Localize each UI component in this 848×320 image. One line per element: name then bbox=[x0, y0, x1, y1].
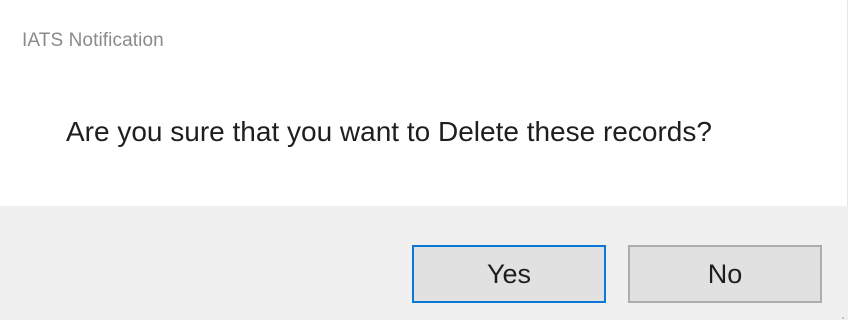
confirmation-message: Are you sure that you want to Delete the… bbox=[66, 116, 712, 147]
title-bar[interactable]: IATS Notification bbox=[0, 0, 848, 84]
dialog-title: IATS Notification bbox=[22, 30, 164, 51]
button-bar: Yes No bbox=[0, 206, 848, 320]
notification-dialog: IATS Notification Are you sure that you … bbox=[0, 0, 848, 320]
no-button[interactable]: No bbox=[628, 245, 822, 303]
resize-grip-icon[interactable] bbox=[835, 307, 845, 319]
yes-button[interactable]: Yes bbox=[412, 245, 606, 303]
message-area: Are you sure that you want to Delete the… bbox=[0, 84, 848, 192]
